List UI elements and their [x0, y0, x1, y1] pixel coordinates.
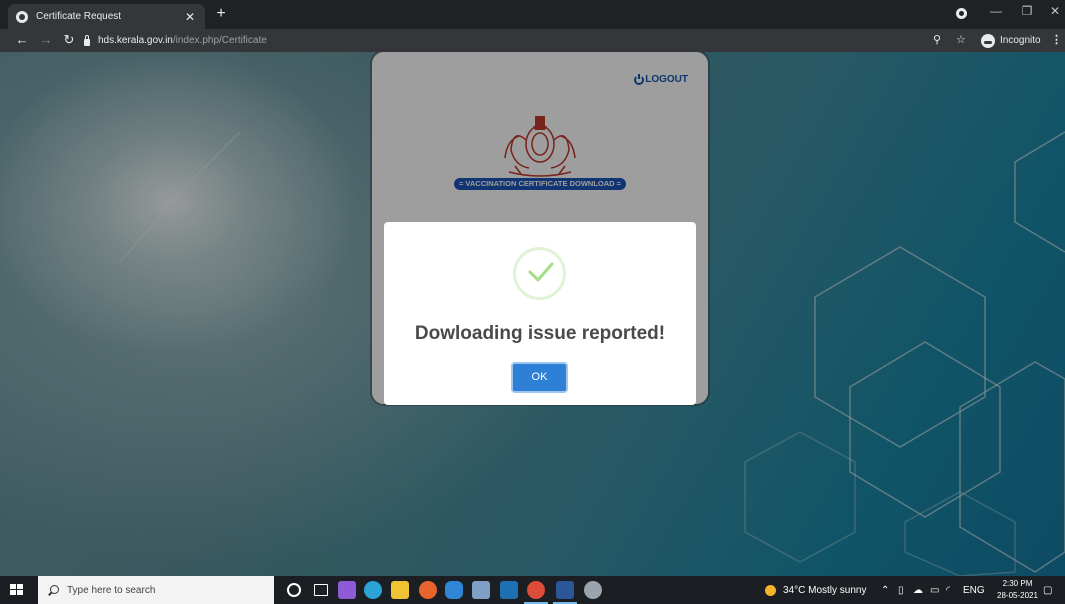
chrome-icon[interactable] — [524, 581, 548, 604]
taskbar-clock[interactable]: 2:30 PM 28-05-2021 — [997, 578, 1038, 602]
wifi-icon[interactable]: ◜ — [946, 576, 950, 604]
success-check-icon — [513, 247, 566, 300]
edge-icon[interactable] — [364, 581, 382, 599]
page-viewport: LOGOUT = VACCINATION CERTIFICATE DOWNLOA… — [0, 52, 1065, 576]
weather-widget[interactable]: 34°C Mostly sunny — [765, 576, 866, 604]
sun-icon — [765, 584, 776, 596]
screen: Certificate Request ✕ + — ❐ ✕ ← → ↻ hds.… — [0, 0, 1065, 604]
firefox-icon[interactable] — [419, 581, 437, 599]
taskbar-search-box[interactable]: Type here to search — [38, 576, 274, 604]
clock-date: 28-05-2021 — [997, 591, 1038, 600]
display-icon[interactable]: ▭ — [930, 576, 939, 604]
menu-kebab-icon[interactable]: ⋮ — [1051, 33, 1062, 46]
minimize-icon[interactable]: — — [985, 4, 1007, 18]
app-notes-icon[interactable] — [472, 581, 490, 599]
profile-icon[interactable] — [956, 8, 967, 19]
url-domain: hds.kerala.gov.in — [98, 35, 173, 46]
onedrive-icon[interactable]: ☁ — [913, 576, 923, 604]
reload-icon[interactable]: ↻ — [60, 32, 78, 48]
incognito-indicator[interactable]: Incognito — [981, 31, 1041, 50]
ok-button[interactable]: OK — [511, 362, 568, 393]
app-paint-icon[interactable] — [584, 581, 602, 599]
windows-taskbar: Type here to search 34°C Mostly sunny ⌃ … — [0, 576, 1065, 604]
clock-time: 2:30 PM — [1002, 579, 1033, 588]
notifications-icon[interactable]: ▢ — [1043, 576, 1052, 604]
search-placeholder: Type here to search — [67, 584, 156, 596]
language-indicator[interactable]: ENG — [963, 576, 985, 604]
weather-text: 34°C Mostly sunny — [783, 584, 867, 596]
browser-tab[interactable]: Certificate Request ✕ — [8, 4, 205, 29]
show-hidden-icons-icon[interactable]: ⌃ — [881, 576, 889, 604]
window-close-icon[interactable]: ✕ — [1044, 4, 1065, 18]
back-icon[interactable]: ← — [13, 32, 31, 47]
incognito-icon — [981, 33, 995, 48]
bookmark-star-icon[interactable]: ☆ — [956, 33, 966, 46]
incognito-label: Incognito — [1000, 35, 1041, 46]
forward-icon[interactable]: → — [37, 32, 55, 47]
browser-toolbar: ← → ↻ hds.kerala.gov.in /index.php/Certi… — [0, 29, 1065, 52]
app-s-icon[interactable] — [445, 581, 463, 599]
close-tab-icon[interactable]: ✕ — [183, 10, 197, 24]
browser-tabbar: Certificate Request ✕ + — ❐ ✕ — [0, 0, 1065, 29]
search-icon — [50, 584, 59, 594]
task-view-icon[interactable] — [314, 584, 328, 596]
restore-icon[interactable]: ❐ — [1016, 4, 1038, 18]
url-path: /index.php/Certificate — [172, 35, 267, 46]
lock-icon — [84, 34, 90, 46]
file-explorer-icon[interactable] — [391, 581, 409, 599]
battery-icon[interactable]: ▯ — [898, 576, 904, 604]
zoom-icon[interactable]: ⚲ — [933, 33, 941, 46]
visual-studio-icon[interactable] — [338, 581, 356, 599]
dialog-title: Dowloading issue reported! — [414, 323, 666, 344]
cortana-icon[interactable] — [287, 583, 301, 597]
address-bar[interactable]: hds.kerala.gov.in /index.php/Certificate — [84, 32, 962, 49]
incognito-favicon-icon — [16, 10, 28, 23]
app-photos-icon[interactable] — [500, 581, 518, 599]
windows-start-icon[interactable] — [10, 584, 23, 596]
new-tab-button[interactable]: + — [213, 5, 229, 23]
success-dialog: Dowloading issue reported! OK — [384, 222, 696, 405]
tab-title: Certificate Request — [36, 11, 122, 22]
word-icon[interactable] — [553, 581, 577, 604]
